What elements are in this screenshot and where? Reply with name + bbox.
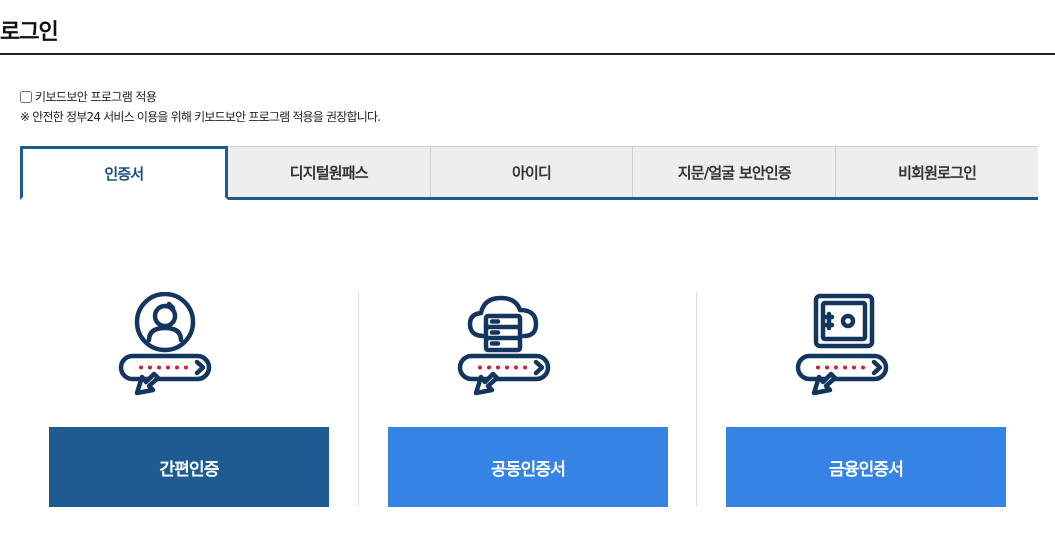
page-title: 로그인 bbox=[0, 20, 59, 45]
title-divider bbox=[0, 53, 1055, 55]
safe-password-icon bbox=[795, 293, 889, 396]
login-method-tabs: 인증서 디지털원패스 아이디 지문/얼굴 보안인증 비회원로그인 bbox=[20, 146, 1038, 200]
simple-auth-button[interactable]: 간편인증 bbox=[49, 427, 329, 507]
tab-digital-onepass[interactable]: 디지털원패스 bbox=[227, 146, 431, 197]
keyboard-security-label: 키보드보안 프로그램 적용 bbox=[35, 90, 157, 104]
financial-certificate-button[interactable]: 금융인증서 bbox=[726, 427, 1006, 507]
tab-certificate[interactable]: 인증서 bbox=[20, 146, 228, 200]
option-simple-auth: 간편인증 bbox=[20, 292, 358, 508]
keyboard-security-option[interactable]: 키보드보안 프로그램 적용 bbox=[20, 88, 157, 105]
tab-biometric[interactable]: 지문/얼굴 보안인증 bbox=[633, 146, 837, 197]
keyboard-security-checkbox[interactable] bbox=[20, 90, 32, 103]
tab-guest-login[interactable]: 비회원로그인 bbox=[836, 146, 1038, 197]
cloud-server-password-icon bbox=[457, 295, 551, 396]
keyboard-security-notice: ※ 안전한 정부24 서비스 이용을 위해 키보드보안 프로그램 적용을 권장합… bbox=[20, 110, 381, 124]
tab-id[interactable]: 아이디 bbox=[430, 146, 634, 197]
certificate-options: 간편인증 공동인증서 금융인증서 bbox=[20, 292, 1038, 508]
joint-certificate-button[interactable]: 공동인증서 bbox=[388, 427, 668, 507]
user-password-icon bbox=[118, 292, 212, 396]
option-joint-certificate: 공동인증서 bbox=[359, 292, 697, 508]
option-financial-certificate: 금융인증서 bbox=[697, 292, 1035, 508]
